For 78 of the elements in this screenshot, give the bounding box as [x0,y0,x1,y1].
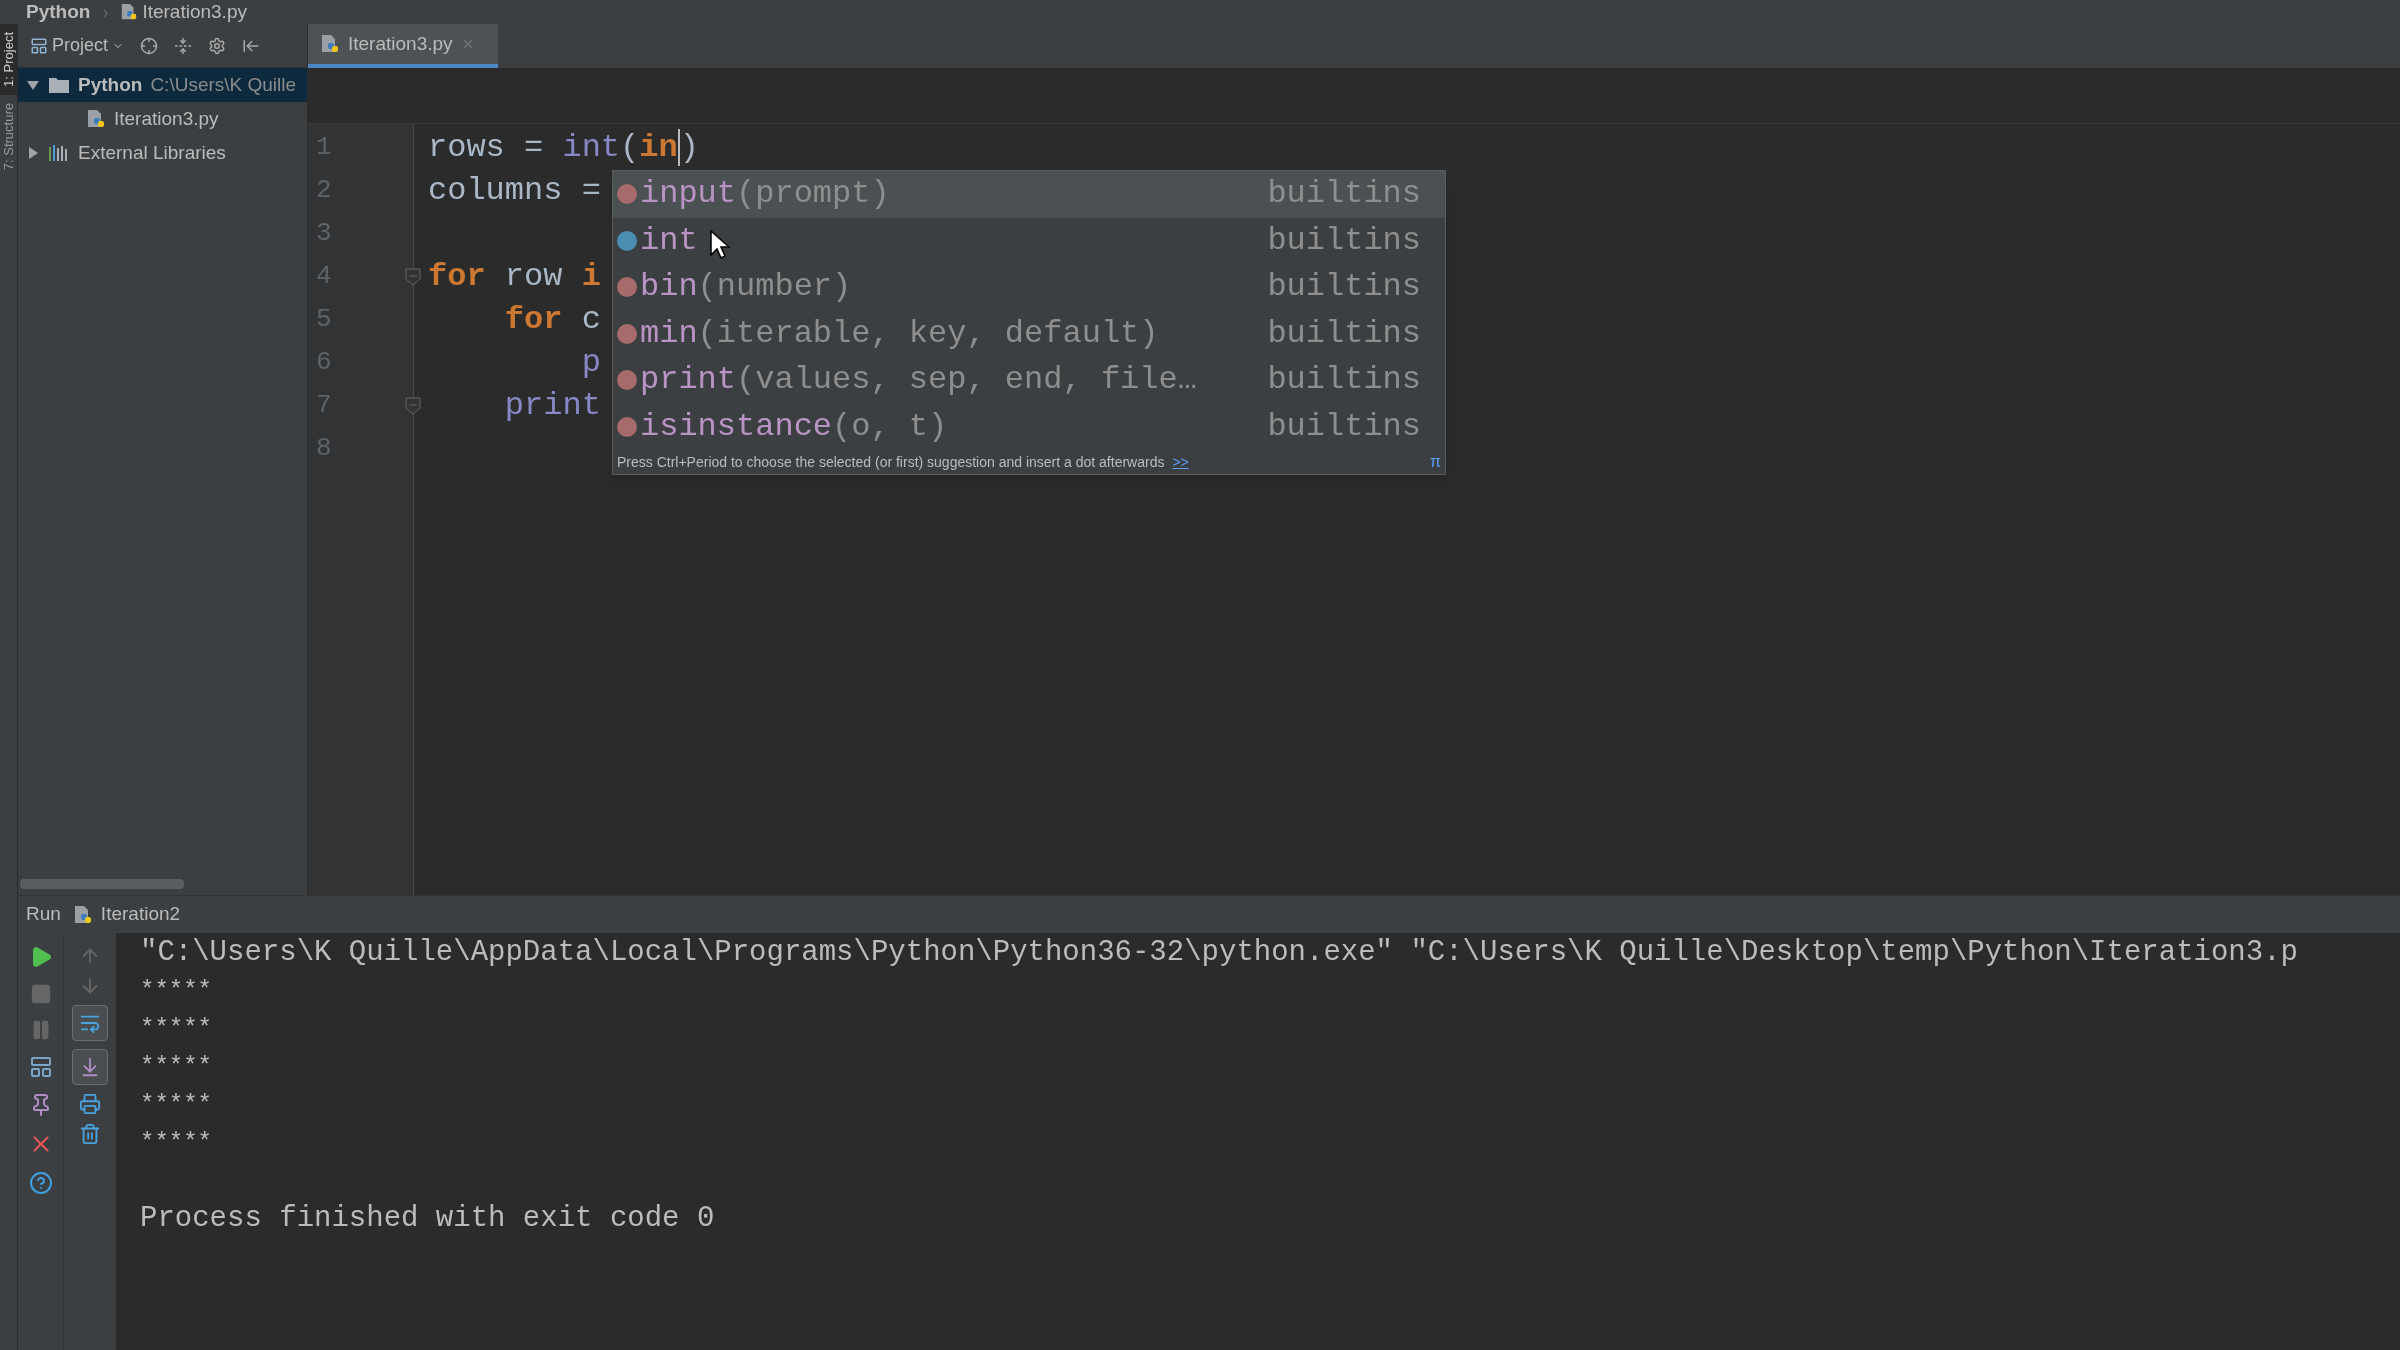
function-icon [617,184,637,205]
suggestion-item[interactable]: int builtins [613,217,1445,264]
console-line: ***** [140,1052,213,1082]
breadcrumb-item[interactable]: Python [26,0,91,27]
locate-icon[interactable] [140,36,159,55]
suggestion-source: builtins [1267,406,1421,447]
editor-tab[interactable]: Iteration3.py [308,24,498,68]
suggestion-source: builtins [1267,220,1421,261]
python-file-icon [320,34,340,54]
tree-label: External Libraries [78,140,226,165]
breadcrumb-separator: › [102,3,109,21]
console-line: ***** [140,1090,213,1120]
suggestion-label: input(prompt) [640,174,890,215]
suggestion-label: isinstance(o, t) [640,406,948,447]
suggestion-source: builtins [1267,174,1421,215]
code-line: print [503,385,601,426]
library-icon [48,144,70,162]
suggestion-item[interactable]: input(prompt) builtins [613,171,1445,218]
console-command: "C:\Users\K Quille\AppData\Local\Programs\Python\Python36-32\python.exe" "C:\Users\K Quille\Desktop\temp\Python\Iteration3.p [140,935,2299,972]
code-line: for c [503,299,601,340]
layout-icon[interactable] [28,1055,53,1079]
suggestion-label: bin(number) [640,267,852,308]
fold-marker-icon[interactable] [405,396,421,415]
suggestion-label: min(iterable, key, default) [640,313,1159,354]
trash-icon[interactable] [79,1123,101,1145]
pin-mark[interactable]: π [1429,450,1441,474]
suggestion-item[interactable]: print(values, sep, end, file… builtins [613,357,1445,404]
suggestion-source: builtins [1267,360,1421,401]
tree-row[interactable]: External Libraries [18,136,307,170]
function-icon [617,416,637,437]
tree-label: Iteration3.py [114,106,219,131]
tree-label: Python [78,72,143,97]
expanded-arrow-icon[interactable] [26,78,40,92]
class-icon [617,230,637,251]
code-line: p [580,342,601,383]
python-file-icon [72,904,93,925]
collapse-icon[interactable] [174,36,193,55]
toggle-button[interactable] [72,1005,108,1041]
stripe-tab[interactable]: 7: Structure [0,94,17,179]
code-line: columns = [428,170,601,211]
stripe-tab[interactable]: 1: Project [0,24,17,95]
horizontal-scrollbar[interactable] [20,879,184,889]
tree-path: C:\Users\K Quille [150,72,297,97]
project-view-dropdown[interactable]: Project [30,32,125,59]
python-file-icon [120,3,139,21]
folder-icon [48,76,70,94]
tree-row[interactable]: Python C:\Users\K Quille [18,68,307,102]
code-line: for row i [428,256,601,297]
toggle-button[interactable] [72,1049,108,1085]
python-file-icon [86,109,106,129]
run-title: Run [26,902,61,927]
tree-row[interactable]: Iteration3.py [18,102,307,136]
project-icon [30,36,48,55]
settings-icon[interactable] [208,36,227,55]
console-line: ***** [140,976,213,1006]
mouse-pointer-icon [710,230,730,260]
function-icon [617,277,637,298]
help-icon[interactable] [28,1171,53,1195]
function-icon [617,323,637,344]
suggestion-source: builtins [1267,313,1421,354]
suggestion-item[interactable]: bin(number) builtins [613,264,1445,311]
printer-icon[interactable] [79,1093,101,1115]
collapsed-arrow-icon[interactable] [26,146,40,160]
console-line: ***** [140,1128,213,1158]
suggestion-item[interactable]: isinstance(o, t) builtins [613,403,1445,450]
run-config[interactable]: Iteration2 [72,900,181,929]
suggestion-label: print(values, sep, end, file… [640,360,1197,401]
stop-icon[interactable] [29,983,52,1005]
console-line: ***** [140,1014,213,1044]
suggestion-item[interactable]: min(iterable, key, default) builtins [613,310,1445,357]
fold-marker-icon[interactable] [405,267,421,286]
breadcrumb-item[interactable]: Iteration3.py [120,0,247,27]
popup-hint: Press Ctrl+Period to choose the selected (or first) suggestion and insert a dot afterwards [617,452,1165,472]
function-icon [617,370,637,391]
console-status: Process finished with exit code 0 [140,1201,716,1238]
suggestion-source: builtins [1267,267,1421,308]
hint-link[interactable]: >> [1172,451,1189,473]
suggestion-label: int [640,220,698,261]
